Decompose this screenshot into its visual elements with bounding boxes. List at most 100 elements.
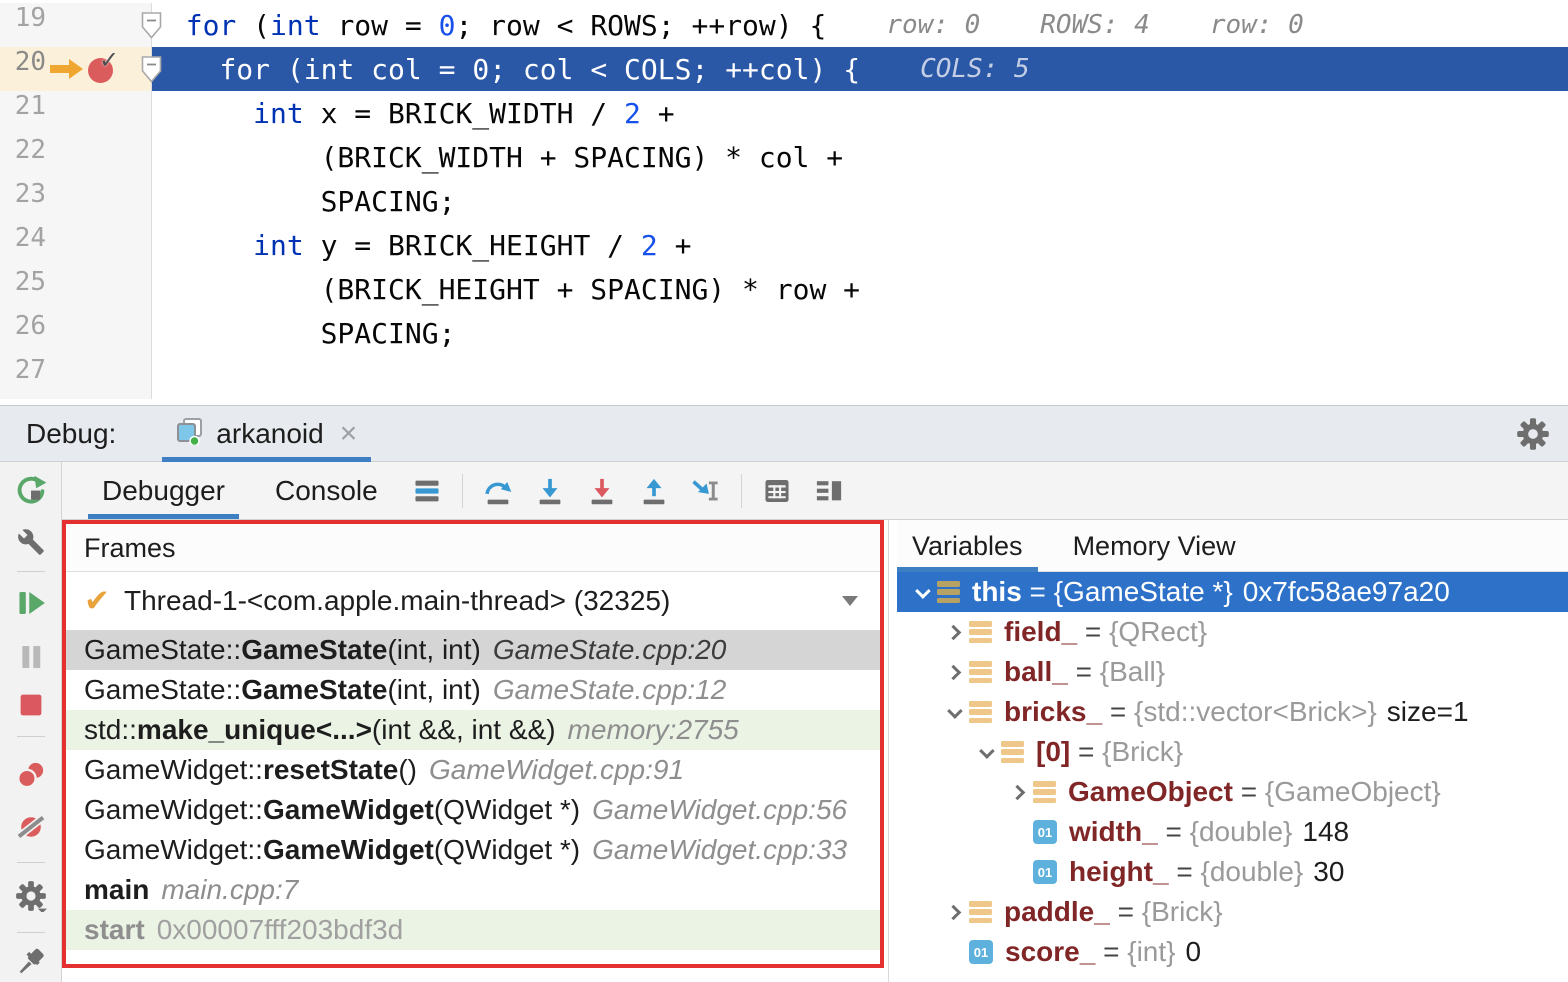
stack-frame-row[interactable]: GameState::GameState(int, int)GameState.… <box>66 630 880 670</box>
toolbar-separator <box>17 736 45 737</box>
rerun-icon[interactable] <box>15 474 47 511</box>
frames-panel-title: Frames <box>66 524 880 572</box>
stack-frame-row[interactable]: GameState::GameState(int, int)GameState.… <box>66 670 880 710</box>
tab-variables[interactable]: Variables <box>897 520 1038 572</box>
variable-row-height_[interactable]: 01height_ = {double}30 <box>897 852 1568 892</box>
editor-gutter[interactable]: 22 <box>0 135 152 179</box>
evaluate-expression-icon[interactable] <box>760 474 794 508</box>
wrench-icon[interactable] <box>17 528 45 561</box>
code-text[interactable]: SPACING; <box>152 311 1568 355</box>
inline-debug-hint: row: 0 <box>886 10 980 40</box>
chevron-down-icon[interactable] <box>905 587 937 598</box>
variables-tab-bar: Variables Memory View <box>897 520 1568 572</box>
editor-gutter[interactable]: 21 <box>0 91 152 135</box>
variable-row-field_[interactable]: field_ = {QRect} <box>897 612 1568 652</box>
code-text[interactable]: for (int col = 0; col < COLS; ++col) {CO… <box>152 47 1568 91</box>
tab-console[interactable]: Console <box>261 462 392 519</box>
show-current-frame-icon[interactable] <box>410 474 444 508</box>
editor-gutter[interactable]: 25 <box>0 267 152 311</box>
variable-row-score_[interactable]: 01score_ = {int}0 <box>897 932 1568 972</box>
editor-gutter[interactable]: 20✓ <box>0 47 152 91</box>
pin-icon[interactable] <box>17 948 45 981</box>
code-line-20: 20✓ for (int col = 0; col < COLS; ++col)… <box>0 47 1568 91</box>
pause-icon[interactable] <box>16 642 46 677</box>
variable-row-ball_[interactable]: ball_ = {Ball} <box>897 652 1568 692</box>
code-editor[interactable]: 19 for (int row = 0; row < ROWS; ++row) … <box>0 0 1568 406</box>
frame-location: GameWidget.cpp:91 <box>429 754 684 786</box>
chevron-down-icon[interactable] <box>842 596 858 606</box>
thread-selector[interactable]: ✔ Thread-1-<com.apple.main-thread> (3232… <box>66 572 880 630</box>
stack-frame-row[interactable]: GameWidget::GameWidget(QWidget *)GameWid… <box>66 790 880 830</box>
variable-row-GameObject[interactable]: GameObject = {GameObject} <box>897 772 1568 812</box>
chevron-down-icon[interactable] <box>937 707 969 718</box>
debug-tab-title: arkanoid <box>216 418 323 450</box>
frame-location: main.cpp:7 <box>161 874 298 906</box>
mute-breakpoints-icon[interactable] <box>16 812 46 847</box>
settings-gear-icon[interactable] <box>1516 417 1550 456</box>
stack-frames-list: GameState::GameState(int, int)GameState.… <box>66 630 880 950</box>
stack-frame-row[interactable]: std::make_unique<...>(int &&, int &&)mem… <box>66 710 880 750</box>
thread-status-check-icon: ✔ <box>84 583 110 619</box>
force-step-into-icon[interactable] <box>585 474 619 508</box>
breakpoint-icon[interactable]: ✓ <box>88 55 115 82</box>
inline-debug-hint: COLS: 5 <box>920 54 1030 84</box>
code-text[interactable]: int x = BRICK_WIDTH / 2 + <box>152 91 1568 135</box>
variable-row-0[interactable]: [0] = {Brick} <box>897 732 1568 772</box>
code-line-27: 27 <box>0 355 1568 399</box>
view-breakpoints-icon[interactable] <box>16 760 46 795</box>
editor-gutter[interactable]: 23 <box>0 179 152 223</box>
chevron-right-icon[interactable] <box>937 667 969 678</box>
frame-location: GameState.cpp:20 <box>493 634 726 666</box>
resume-icon[interactable] <box>16 588 46 623</box>
frame-location: GameWidget.cpp:33 <box>592 834 847 866</box>
code-text[interactable]: (BRICK_HEIGHT + SPACING) * row + <box>152 267 1568 311</box>
stack-frame-row[interactable]: start0x00007fff203bdf3d <box>66 910 880 950</box>
editor-gutter[interactable]: 19 <box>0 3 152 47</box>
chevron-down-icon[interactable] <box>969 747 1001 758</box>
code-line-25: 25 (BRICK_HEIGHT + SPACING) * row + <box>0 267 1568 311</box>
active-tab-indicator <box>88 514 239 519</box>
editor-gutter[interactable]: 27 <box>0 355 152 399</box>
toolbar-separator <box>17 862 45 863</box>
line-number: 19 <box>0 3 46 47</box>
code-text[interactable]: SPACING; <box>152 179 1568 223</box>
chevron-right-icon[interactable] <box>937 907 969 918</box>
run-to-cursor-icon[interactable] <box>689 474 723 508</box>
layout-settings-icon[interactable] <box>812 474 846 508</box>
code-text[interactable] <box>152 355 1568 399</box>
variable-row-width_[interactable]: 01width_ = {double}148 <box>897 812 1568 852</box>
variable-row-paddle_[interactable]: paddle_ = {Brick} <box>897 892 1568 932</box>
variable-row-bricks_[interactable]: bricks_ = {std::vector<Brick>}size=1 <box>897 692 1568 732</box>
stop-icon[interactable] <box>16 690 46 725</box>
chevron-right-icon[interactable] <box>937 627 969 638</box>
settings-icon[interactable] <box>15 880 47 917</box>
code-text[interactable]: (BRICK_WIDTH + SPACING) * col + <box>152 135 1568 179</box>
close-tab-icon[interactable]: × <box>340 417 358 451</box>
panel-splitter[interactable] <box>888 520 889 982</box>
debug-toolwindow-header: Debug: arkanoid × <box>0 406 1568 462</box>
code-fold-icon[interactable] <box>141 12 162 44</box>
tab-memory-view[interactable]: Memory View <box>1058 520 1251 572</box>
debug-session-tab-arkanoid[interactable]: arkanoid × <box>162 406 371 462</box>
line-number: 25 <box>0 267 46 311</box>
step-out-icon[interactable] <box>637 474 671 508</box>
variable-row-this[interactable]: this = {GameState *}0x7fc58ae97a20 <box>897 572 1568 612</box>
debug-step-toolbar: Debugger Console <box>62 462 1568 520</box>
step-into-icon[interactable] <box>533 474 567 508</box>
primitive-variable-icon: 01 <box>1033 860 1057 884</box>
step-over-icon[interactable] <box>481 474 515 508</box>
stack-frame-row[interactable]: mainmain.cpp:7 <box>66 870 880 910</box>
code-fold-icon[interactable] <box>141 56 162 88</box>
stack-frame-row[interactable]: GameWidget::resetState()GameWidget.cpp:9… <box>66 750 880 790</box>
stack-frame-row[interactable]: GameWidget::GameWidget(QWidget *)GameWid… <box>66 830 880 870</box>
editor-gutter[interactable]: 24 <box>0 223 152 267</box>
tab-debugger[interactable]: Debugger <box>88 462 239 519</box>
editor-gutter[interactable]: 26 <box>0 311 152 355</box>
frame-location: GameState.cpp:12 <box>493 674 726 706</box>
inline-debug-hint: ROWS: 4 <box>1040 10 1150 40</box>
code-text[interactable]: for (int row = 0; row < ROWS; ++row) {ro… <box>152 3 1568 47</box>
chevron-right-icon[interactable] <box>1001 787 1033 798</box>
primitive-variable-icon: 01 <box>969 940 993 964</box>
variables-panel: Variables Memory View this = {GameState … <box>897 520 1568 982</box>
code-text[interactable]: int y = BRICK_HEIGHT / 2 + <box>152 223 1568 267</box>
